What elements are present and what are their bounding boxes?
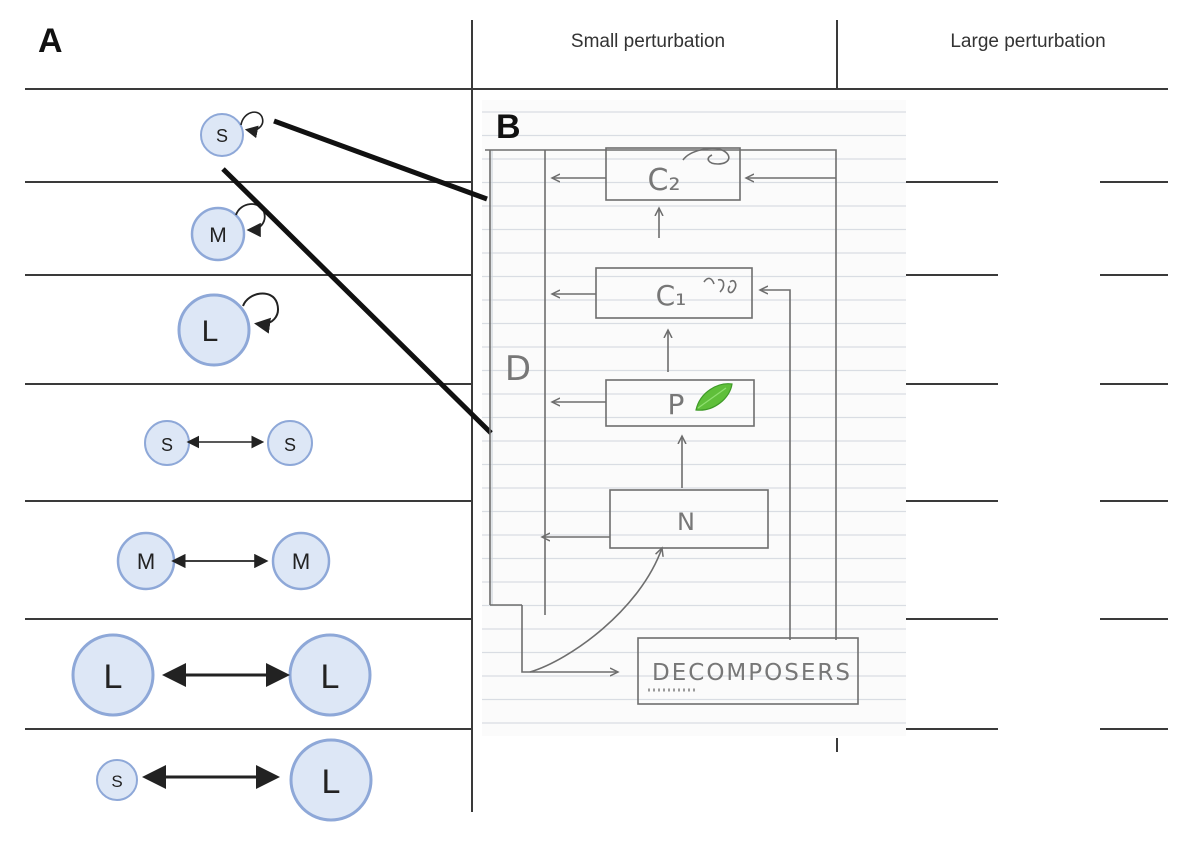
- node-label: L: [321, 658, 340, 696]
- node-label: S: [161, 435, 173, 455]
- zoom-connector-line: [273, 118, 488, 202]
- node-label: M: [137, 549, 155, 574]
- node-label: L: [202, 315, 219, 348]
- node-label: M: [209, 224, 227, 247]
- node-label: M: [292, 549, 310, 574]
- c1-label: C₁: [656, 279, 687, 312]
- node-label: L: [322, 763, 341, 801]
- n-label: N: [677, 508, 695, 536]
- zoom-connector-line: [221, 167, 493, 435]
- row-pair-medium-medium: M M: [116, 531, 331, 591]
- column-header-small-perturbation: Small perturbation: [571, 31, 725, 52]
- node-label: L: [104, 658, 123, 696]
- c2-label: C₂: [648, 163, 681, 198]
- node-label: S: [111, 772, 122, 791]
- p-label: P: [668, 388, 685, 421]
- panel-b-label: B: [496, 108, 521, 146]
- panel-a-label: A: [38, 22, 63, 60]
- row-pair-small-large: S L: [96, 738, 373, 822]
- row-pair-large-large: L L: [71, 633, 372, 717]
- row-self-small: S: [200, 111, 264, 157]
- row-self-large: L: [177, 292, 279, 367]
- detritus-label: D: [505, 349, 531, 389]
- self-loop-arrow: [240, 111, 264, 139]
- node-label: S: [216, 126, 228, 146]
- row-self-medium: M: [190, 203, 266, 262]
- node-label: S: [284, 435, 296, 455]
- decomposers-label: DECOMPOSERS: [652, 660, 852, 686]
- column-header-large-perturbation: Large perturbation: [950, 31, 1105, 52]
- figure: A Small perturbation Large perturbation …: [25, 20, 1168, 822]
- row-pair-small-small: S S: [144, 420, 313, 466]
